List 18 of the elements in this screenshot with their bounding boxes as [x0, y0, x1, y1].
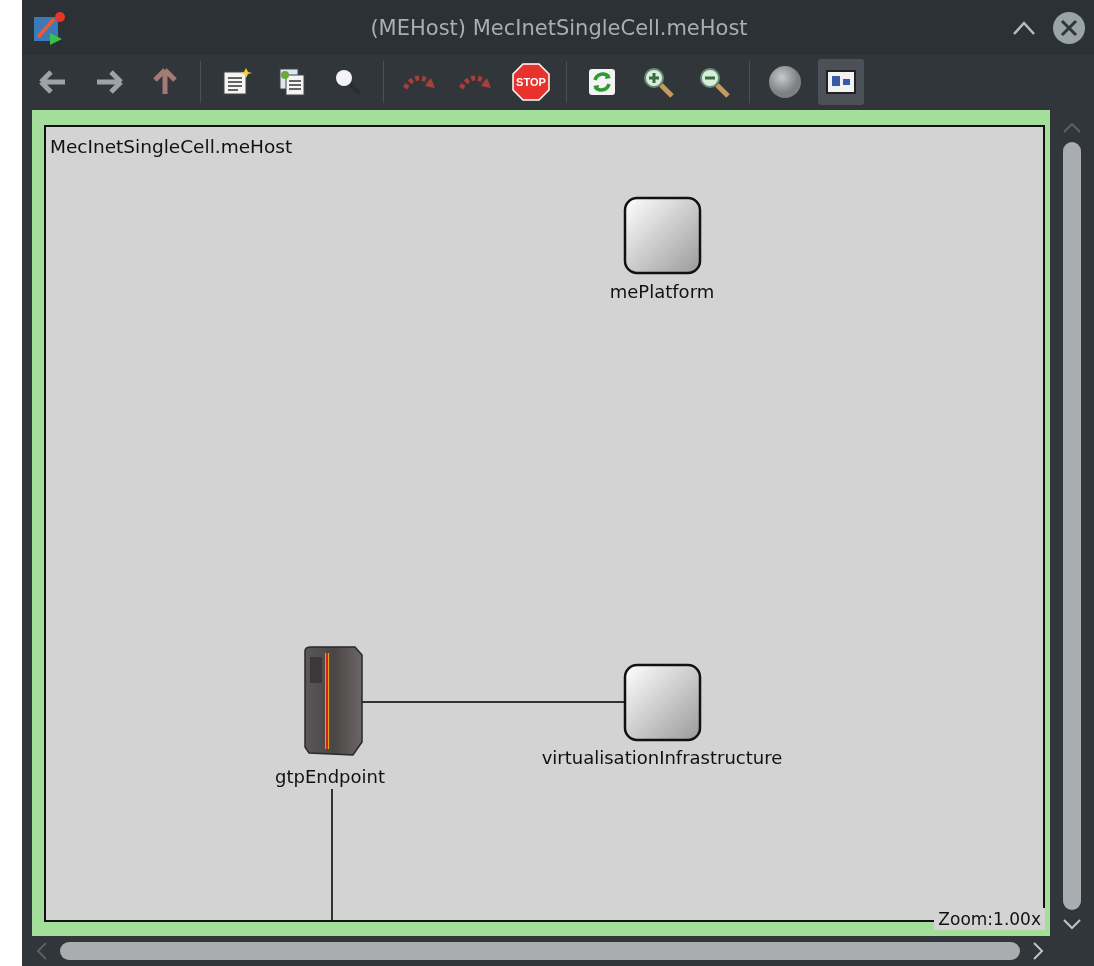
toolbar-button[interactable] — [818, 58, 864, 105]
module-label: mePlatform — [609, 281, 715, 302]
maximize-caret-icon[interactable] — [1012, 19, 1036, 36]
module-icon[interactable] — [623, 196, 702, 275]
sphere-icon — [768, 64, 802, 99]
server-icon[interactable] — [304, 646, 363, 756]
scroll-right-icon[interactable] — [1032, 941, 1044, 961]
window-title: (MEHost) MecInetSingleCell.meHost — [369, 15, 749, 40]
app-icon — [32, 10, 66, 45]
documents-icon — [276, 65, 308, 98]
zoom-label: Zoom:1.00x — [934, 908, 1045, 930]
scroll-down-icon[interactable] — [1062, 918, 1082, 930]
module-title: MecInetSingleCell.meHost — [50, 136, 293, 157]
module-label: virtualisationInfrastructure — [541, 747, 783, 768]
layout-icon — [826, 69, 856, 94]
module-label: gtpEndpoint — [275, 766, 385, 787]
close-icon[interactable] — [1052, 10, 1086, 45]
module-icon[interactable] — [623, 663, 702, 742]
